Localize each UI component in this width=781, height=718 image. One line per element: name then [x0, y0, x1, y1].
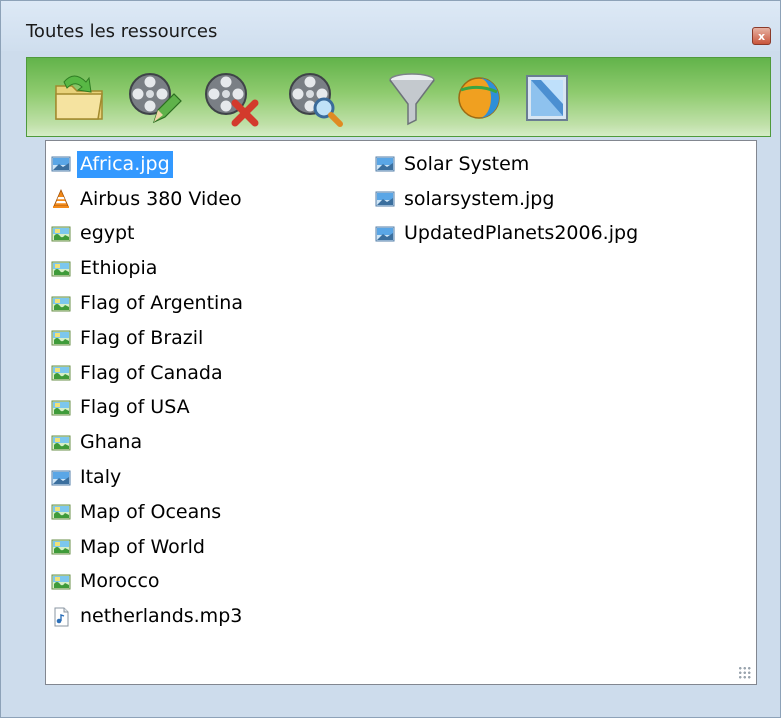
- image-window-icon: [526, 75, 568, 121]
- open-folder-icon: [55, 75, 103, 120]
- picture-icon: [51, 468, 71, 488]
- list-item[interactable]: Solar System: [375, 147, 641, 182]
- delete-media-button[interactable]: [200, 68, 260, 128]
- list-item[interactable]: Africa.jpg: [51, 147, 246, 182]
- picture-icon: [375, 224, 395, 244]
- list-item-label: Africa.jpg: [77, 150, 173, 178]
- picture-icon: [51, 154, 71, 174]
- list-item[interactable]: netherlands.mp3: [51, 599, 246, 634]
- list-item-label: netherlands.mp3: [80, 605, 243, 628]
- web-resource-button[interactable]: [449, 68, 509, 128]
- list-item-label: Morocco: [80, 570, 160, 593]
- vlc-cone-icon: [51, 189, 71, 209]
- toolbar: [26, 57, 771, 137]
- window-title: Toutes les ressources: [26, 21, 218, 42]
- audio-file-icon: [51, 607, 71, 627]
- list-item[interactable]: Flag of Argentina: [51, 286, 246, 321]
- list-item[interactable]: egypt: [51, 217, 246, 252]
- list-item[interactable]: solarsystem.jpg: [375, 182, 641, 217]
- map-picture-icon: [51, 363, 71, 383]
- edit-media-icon: [129, 73, 182, 124]
- list-item-label: Ethiopia: [80, 257, 158, 280]
- list-item[interactable]: UpdatedPlanets2006.jpg: [375, 217, 641, 252]
- list-item[interactable]: Ghana: [51, 425, 246, 460]
- list-item-label: Solar System: [404, 152, 530, 175]
- list-item[interactable]: Flag of Brazil: [51, 321, 246, 356]
- map-picture-icon: [51, 398, 71, 418]
- list-item-label: Italy: [80, 466, 122, 489]
- resize-grip-icon[interactable]: [738, 666, 752, 680]
- list-item-label: Map of World: [80, 535, 205, 558]
- list-item[interactable]: Morocco: [51, 565, 246, 600]
- list-item-label: Flag of Argentina: [80, 292, 243, 315]
- map-picture-icon: [51, 572, 71, 592]
- resource-list[interactable]: Africa.jpg Airbus 380 Video egypt Ethiopia F…: [45, 140, 757, 685]
- map-picture-icon: [51, 502, 71, 522]
- resource-column-1: Africa.jpg Airbus 380 Video egypt Ethiopia F…: [51, 147, 246, 634]
- list-item-label: Flag of Brazil: [80, 326, 204, 349]
- list-item[interactable]: Flag of USA: [51, 391, 246, 426]
- list-item[interactable]: Flag of Canada: [51, 356, 246, 391]
- search-media-button[interactable]: [284, 68, 344, 128]
- close-button[interactable]: x: [752, 27, 771, 45]
- resource-column-2: Solar System solarsystem.jpg UpdatedPlanet…: [375, 147, 641, 251]
- resources-window: Toutes les ressources x Africa.jpg Airbu…: [0, 0, 781, 718]
- list-item-label: Ghana: [80, 431, 143, 454]
- list-item[interactable]: Airbus 380 Video: [51, 182, 246, 217]
- list-item[interactable]: Italy: [51, 460, 246, 495]
- picture-icon: [375, 154, 395, 174]
- picture-icon: [375, 189, 395, 209]
- map-picture-icon: [51, 433, 71, 453]
- list-item[interactable]: Map of World: [51, 530, 246, 565]
- open-folder-button[interactable]: [50, 68, 110, 128]
- list-item-label: egypt: [80, 222, 135, 245]
- filter-button[interactable]: [382, 68, 442, 128]
- edit-media-button[interactable]: [124, 68, 184, 128]
- map-picture-icon: [51, 224, 71, 244]
- map-picture-icon: [51, 328, 71, 348]
- delete-media-icon: [205, 73, 259, 127]
- list-item-label: Airbus 380 Video: [80, 187, 242, 210]
- title-bar[interactable]: Toutes les ressources x: [1, 1, 780, 51]
- list-item-label: Flag of USA: [80, 396, 190, 419]
- list-item-label: Map of Oceans: [80, 500, 222, 523]
- list-item[interactable]: Ethiopia: [51, 251, 246, 286]
- close-icon: x: [757, 30, 766, 43]
- list-item-label: UpdatedPlanets2006.jpg: [404, 222, 639, 245]
- search-media-icon: [289, 73, 343, 127]
- list-item-label: solarsystem.jpg: [404, 187, 555, 210]
- map-picture-icon: [51, 259, 71, 279]
- list-item-label: Flag of Canada: [80, 361, 223, 384]
- filter-icon: [389, 73, 435, 126]
- web-resource-icon: [458, 77, 500, 119]
- list-item[interactable]: Map of Oceans: [51, 495, 246, 530]
- image-window-button[interactable]: [517, 68, 577, 128]
- map-picture-icon: [51, 294, 71, 314]
- map-picture-icon: [51, 537, 71, 557]
